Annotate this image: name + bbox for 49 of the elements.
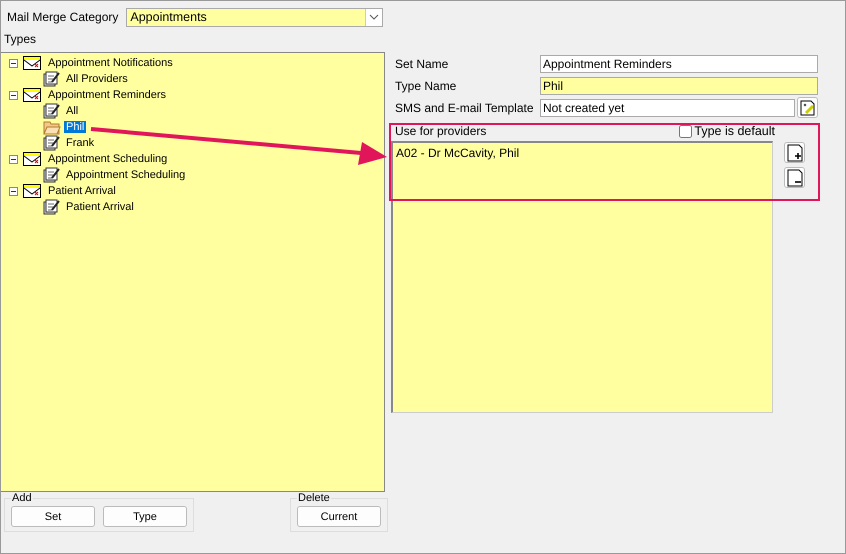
tree-item[interactable]: Appointment Reminders [46, 89, 168, 101]
delete-group-label: Delete [297, 492, 331, 504]
add-group-label: Add [11, 492, 33, 504]
document-edit-icon [43, 199, 61, 215]
template-label: SMS and E-mail Template [394, 100, 535, 114]
type-name-label: Type Name [394, 78, 458, 92]
type-name-field[interactable]: Phil [540, 76, 818, 94]
tree-item[interactable]: Appointment Scheduling [46, 153, 170, 165]
collapse-icon[interactable] [9, 58, 18, 68]
document-edit-icon [43, 71, 61, 87]
add-provider-button[interactable] [784, 142, 805, 163]
document-pencil-icon [800, 100, 816, 116]
remove-provider-button[interactable] [784, 167, 805, 188]
type-default-label: Type is default [694, 124, 775, 138]
tree-item[interactable]: Patient Arrival [64, 201, 136, 213]
document-edit-icon [43, 103, 61, 119]
document-edit-icon [43, 135, 61, 151]
tree-item[interactable]: Phil [64, 121, 86, 133]
tree-item[interactable]: Frank [64, 137, 96, 149]
envelope-icon [23, 56, 41, 70]
add-button[interactable]: Set [11, 506, 95, 527]
tree-item[interactable]: Appointment Scheduling [64, 169, 188, 181]
delete-button[interactable]: Current [297, 506, 381, 527]
edit-template-button[interactable] [797, 97, 818, 118]
collapse-icon[interactable] [9, 90, 18, 100]
envelope-icon [23, 152, 41, 166]
document-minus-icon [786, 168, 802, 186]
tree-item[interactable]: Appointment Notifications [46, 57, 175, 69]
types-label: Types [4, 32, 36, 46]
category-dropdown[interactable]: Appointments [126, 8, 384, 26]
set-name-field[interactable]: Appointment Reminders [540, 54, 818, 72]
collapse-icon[interactable] [9, 186, 18, 196]
envelope-icon [23, 184, 41, 198]
document-plus-icon [786, 144, 802, 162]
template-field[interactable]: Not created yet [540, 98, 795, 116]
providers-label: Use for providers [394, 124, 488, 138]
folder-icon [43, 120, 61, 134]
collapse-icon[interactable] [9, 154, 18, 164]
add-button[interactable]: Type [103, 506, 187, 527]
chevron-down-icon [369, 14, 380, 20]
provider-item[interactable]: A02 - Dr McCavity, Phil [396, 146, 769, 160]
tree-item[interactable]: All Providers [64, 73, 130, 85]
document-edit-icon [43, 167, 61, 183]
category-label: Mail Merge Category [7, 10, 118, 24]
envelope-icon [23, 88, 41, 102]
tree-item[interactable]: Patient Arrival [46, 185, 118, 197]
type-default-checkbox[interactable] [679, 124, 692, 138]
tree-item[interactable]: All [64, 105, 80, 117]
set-name-label: Set Name [394, 56, 450, 70]
